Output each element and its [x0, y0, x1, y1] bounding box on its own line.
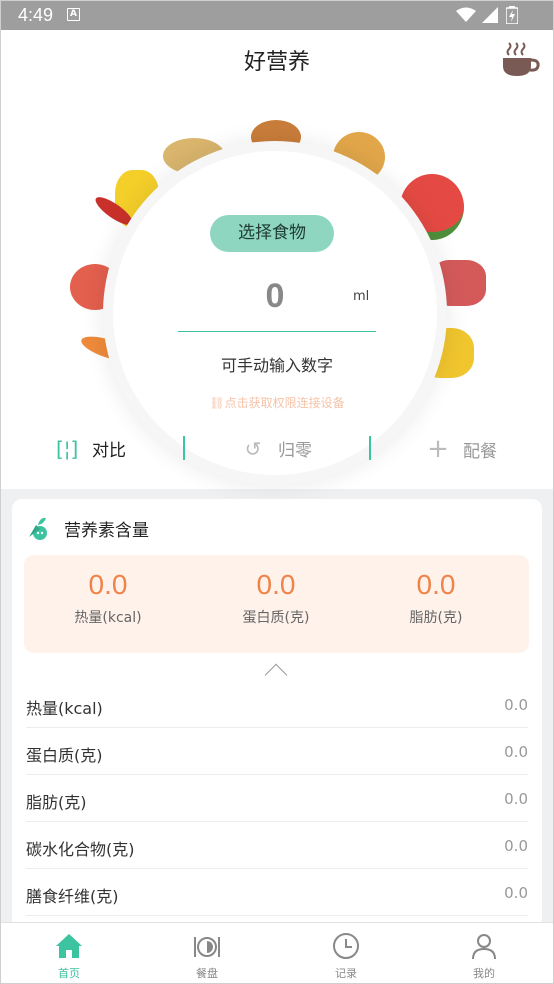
nutrient-value: 0.0 [504, 837, 528, 855]
nutrient-value: 0.0 [504, 696, 528, 714]
tab-label: 我的 [473, 967, 495, 980]
system-icons [456, 6, 536, 24]
summary-label: 蛋白质(克) [242, 610, 310, 626]
battery-icon [506, 6, 518, 24]
nutrient-list: 热量(kcal) 0.0 蛋白质(克) 0.0 脂肪(克) 0.0 碳水化合物(克) 0… [26, 681, 528, 916]
nutrient-value: 0.0 [504, 743, 528, 761]
list-item: 热量(kcal) 0.0 [26, 681, 528, 728]
weight-value-input[interactable]: 0 [200, 277, 350, 316]
tab-mine[interactable]: 我的 [415, 923, 553, 984]
summary-label: 热量(kcal) [74, 610, 142, 626]
plus-icon: + [427, 434, 449, 464]
list-item: 膳食纤维(克) 0.0 [26, 869, 528, 916]
nutrient-value: 0.0 [504, 884, 528, 902]
meat-illustration [430, 260, 486, 306]
nutrient-value: 0.0 [504, 790, 528, 808]
nutrient-name: 蛋白质(克) [26, 746, 103, 765]
wifi-icon [456, 7, 476, 22]
reset-icon: ↺ [244, 437, 262, 461]
summary-value: 0.0 [88, 569, 128, 600]
action-bar: [¦] 对比 ↺ 归零 + 配餐 [0, 430, 554, 468]
input-underline [178, 331, 376, 332]
signal-icon [482, 7, 498, 23]
divider [183, 436, 185, 460]
nutrition-summary: 0.0 热量(kcal) 0.0 蛋白质(克) 0.0 脂肪(克) [24, 555, 529, 653]
summary-item: 0.0 脂肪(克) [352, 569, 520, 627]
link-icon: ⛓ [209, 396, 225, 410]
vegetable-icon [29, 517, 47, 540]
manual-input-hint: 可手动输入数字 [220, 356, 333, 375]
permission-link[interactable]: ⛓点击获取权限连接设备 [0, 394, 554, 411]
status-time: 4:49 [18, 5, 54, 25]
clock-icon [333, 933, 359, 959]
summary-value: 0.0 [256, 569, 296, 600]
compare-icon: [¦] [56, 437, 79, 461]
nutrient-name: 碳水化合物(克) [26, 840, 135, 859]
page-title: 好营养 [243, 50, 310, 75]
list-item: 脂肪(克) 0.0 [26, 775, 528, 822]
tab-home[interactable]: 首页 [0, 923, 138, 984]
summary-item: 0.0 蛋白质(克) [192, 569, 360, 627]
nutrient-name: 膳食纤维(克) [26, 887, 119, 906]
tab-label: 餐盘 [196, 967, 218, 980]
status-bar: 4:49 A [0, 0, 554, 30]
nutrition-card: 营养素含量 0.0 热量(kcal) 0.0 蛋白质(克) 0.0 脂肪(克) … [12, 499, 542, 929]
plate-icon [194, 937, 220, 957]
summary-item: 0.0 热量(kcal) [24, 569, 192, 627]
notification-a-icon: A [67, 8, 80, 21]
home-icon [56, 934, 82, 958]
list-item: 碳水化合物(克) 0.0 [26, 822, 528, 869]
croissant-illustration [251, 120, 301, 154]
tab-records[interactable]: 记录 [277, 923, 415, 984]
food-dial [0, 110, 554, 475]
bottom-nav: 首页 餐盘 记录 我的 [0, 922, 554, 984]
tab-plate[interactable]: 餐盘 [138, 923, 276, 984]
meal-plan-button[interactable]: + 配餐 [427, 430, 497, 468]
compare-label: 对比 [92, 441, 126, 461]
summary-label: 脂肪(克) [409, 610, 463, 626]
reset-label: 归零 [278, 441, 312, 461]
permission-text: 点击获取权限连接设备 [224, 396, 345, 410]
meal-plan-label: 配餐 [463, 442, 497, 462]
tab-label: 记录 [335, 967, 357, 980]
scale-panel: 好营养 选择食物 0 ml 可手动输入数字 ⛓点击获取权限连接设备 [¦] 对比 … [0, 30, 554, 489]
weight-unit: ml [353, 289, 370, 304]
summary-value: 0.0 [416, 569, 456, 600]
tab-label: 首页 [58, 967, 80, 980]
nutrient-name: 脂肪(克) [26, 793, 87, 812]
select-food-button[interactable]: 选择食物 [210, 215, 334, 252]
reset-button[interactable]: ↺ 归零 [242, 430, 312, 468]
nutrient-name: 热量(kcal) [26, 699, 103, 718]
list-item: 蛋白质(克) 0.0 [26, 728, 528, 775]
nutrition-title: 营养素含量 [64, 521, 149, 541]
compare-button[interactable]: [¦] 对比 [56, 430, 126, 468]
divider [369, 436, 371, 460]
coffee-cup-icon[interactable] [500, 40, 540, 78]
user-icon [472, 934, 496, 960]
